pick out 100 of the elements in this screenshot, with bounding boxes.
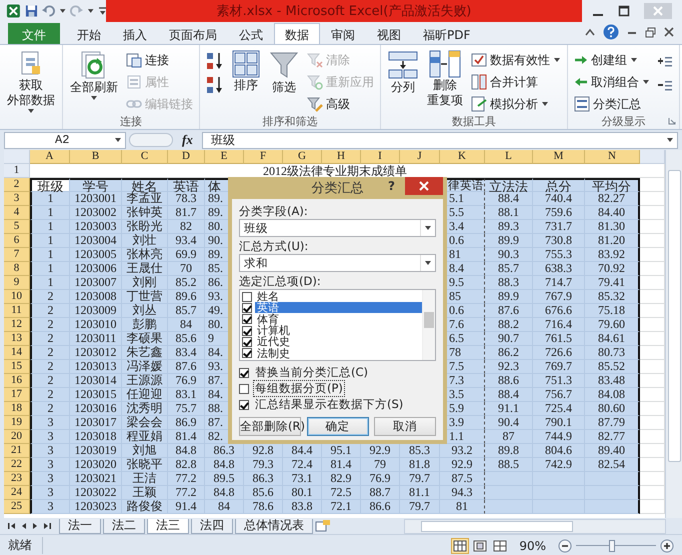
- ribbon-button[interactable]: 分类汇总: [572, 94, 652, 114]
- list-item[interactable]: 近代史: [255, 336, 292, 348]
- caret-icon[interactable]: [90, 95, 98, 101]
- close-button[interactable]: [405, 177, 443, 195]
- list-item[interactable]: 姓名: [255, 291, 281, 302]
- normal-view-button[interactable]: [451, 538, 470, 554]
- zoom-out-icon[interactable]: [558, 538, 572, 552]
- column-header[interactable]: M: [533, 150, 585, 164]
- help-button[interactable]: ?: [388, 179, 395, 193]
- row-header[interactable]: 10: [4, 290, 30, 304]
- spreadsheet-logo-icon[interactable]: [6, 3, 21, 19]
- ribbon-tab[interactable]: 公式: [228, 23, 274, 44]
- row-header[interactable]: 18: [4, 402, 30, 416]
- row-header[interactable]: 9: [4, 276, 30, 290]
- first-sheet-icon[interactable]: [8, 522, 16, 530]
- row-header[interactable]: 4: [4, 206, 30, 220]
- sort-descending-icon[interactable]: [206, 75, 224, 95]
- checkbox[interactable]: [239, 384, 249, 394]
- list-item[interactable]: 英语: [255, 302, 422, 314]
- ribbon-tab[interactable]: 视图: [366, 23, 412, 44]
- caret-icon[interactable]: [424, 260, 432, 266]
- show-detail-icon[interactable]: [657, 55, 673, 67]
- caret-icon[interactable]: [114, 137, 122, 143]
- ribbon-button[interactable]: 全部刷新: [67, 48, 121, 114]
- row-header[interactable]: 24: [4, 486, 30, 500]
- row-header[interactable]: 7: [4, 248, 30, 262]
- ribbon-button[interactable]: 数据有效性: [469, 50, 563, 70]
- ribbon-button[interactable]: 筛选: [266, 48, 302, 114]
- ribbon-tab[interactable]: 审阅: [320, 23, 366, 44]
- row-header[interactable]: 11: [4, 304, 30, 318]
- last-sheet-icon[interactable]: [43, 522, 51, 530]
- zoom-in-icon[interactable]: [660, 538, 674, 552]
- insert-function-label[interactable]: fx: [176, 132, 199, 148]
- row-header[interactable]: 1: [4, 164, 30, 178]
- caret-icon[interactable]: [630, 57, 638, 63]
- caret-icon[interactable]: [27, 108, 35, 114]
- column-header[interactable]: N: [585, 150, 640, 164]
- column-header[interactable]: D: [168, 150, 205, 164]
- ribbon-tab[interactable]: 页面布局: [158, 23, 228, 44]
- sheet-tab[interactable]: 法二: [103, 518, 145, 534]
- dropdown-field[interactable]: 班级: [239, 219, 436, 237]
- row-header[interactable]: 21: [4, 444, 30, 458]
- close-icon[interactable]: [664, 27, 674, 37]
- column-header[interactable]: K: [440, 150, 485, 164]
- resize-handle[interactable]: [129, 133, 173, 147]
- row-header[interactable]: 25: [4, 500, 30, 514]
- sheet-tab[interactable]: 法一: [59, 518, 101, 534]
- next-sheet-icon[interactable]: [32, 522, 38, 530]
- collapse-ribbon-icon[interactable]: [585, 28, 595, 36]
- caret-icon[interactable]: [642, 79, 650, 85]
- insert-sheet-icon[interactable]: [315, 520, 331, 532]
- checkbox-label[interactable]: 汇总结果显示在数据下方(S): [253, 396, 406, 413]
- zoom-slider-thumb[interactable]: [609, 540, 615, 552]
- list-item[interactable]: 法制史: [255, 348, 292, 359]
- row-header[interactable]: 12: [4, 318, 30, 332]
- ribbon-button[interactable]: 取消组合: [572, 72, 652, 92]
- ribbon-button[interactable]: 创建组: [572, 50, 652, 70]
- checkbox-label[interactable]: 替换当前分类汇总(C): [253, 364, 370, 381]
- column-header[interactable]: L: [485, 150, 533, 164]
- row-header[interactable]: 16: [4, 374, 30, 388]
- sheet-tab[interactable]: 法四: [191, 518, 233, 534]
- column-header[interactable]: E: [205, 150, 244, 164]
- maximize-icon[interactable]: [618, 5, 630, 17]
- ribbon-button[interactable]: 分列: [385, 48, 421, 114]
- checkbox[interactable]: [242, 348, 252, 358]
- dialog-button[interactable]: 取消: [374, 417, 436, 436]
- page-break-view-button[interactable]: [491, 538, 510, 554]
- row-header[interactable]: 13: [4, 332, 30, 346]
- file-menu-tab[interactable]: 文件: [8, 23, 60, 44]
- checkbox[interactable]: [242, 336, 252, 347]
- help-icon[interactable]: [603, 24, 619, 40]
- list-scrollbar[interactable]: [422, 290, 435, 360]
- row-header[interactable]: 8: [4, 262, 30, 276]
- ribbon-button[interactable]: 删除 重复项: [424, 48, 466, 114]
- row-header[interactable]: 6: [4, 234, 30, 248]
- ribbon-button[interactable]: 连接: [124, 50, 195, 70]
- row-header[interactable]: 23: [4, 472, 30, 486]
- name-box[interactable]: A2: [4, 132, 126, 148]
- row-header[interactable]: 5: [4, 220, 30, 234]
- zoom-level-text[interactable]: 90%: [519, 538, 546, 552]
- column-header[interactable]: J: [400, 150, 440, 164]
- ribbon-button[interactable]: 排序: [229, 48, 263, 114]
- ribbon-tab[interactable]: 数据: [274, 23, 320, 44]
- list-item[interactable]: 计算机: [255, 325, 292, 336]
- checkbox[interactable]: [239, 400, 249, 410]
- column-header[interactable]: F: [244, 150, 283, 164]
- checkbox[interactable]: [242, 292, 252, 302]
- checkbox[interactable]: [242, 302, 252, 313]
- sheet-tab[interactable]: 法三: [147, 518, 189, 534]
- ribbon-tab[interactable]: 开始: [66, 23, 112, 44]
- save-icon[interactable]: [24, 4, 38, 18]
- checkbox[interactable]: [239, 368, 249, 378]
- caret-icon[interactable]: [666, 137, 674, 143]
- ribbon-button[interactable]: 获取 外部数据: [4, 48, 58, 116]
- row-header[interactable]: 22: [4, 458, 30, 472]
- ribbon-button[interactable]: 高级: [305, 94, 376, 114]
- dialog-button[interactable]: 确定: [306, 417, 368, 436]
- sheet-tab[interactable]: 总体情况表: [235, 518, 313, 534]
- column-header[interactable]: I: [361, 150, 400, 164]
- ribbon-tab[interactable]: 插入: [112, 23, 158, 44]
